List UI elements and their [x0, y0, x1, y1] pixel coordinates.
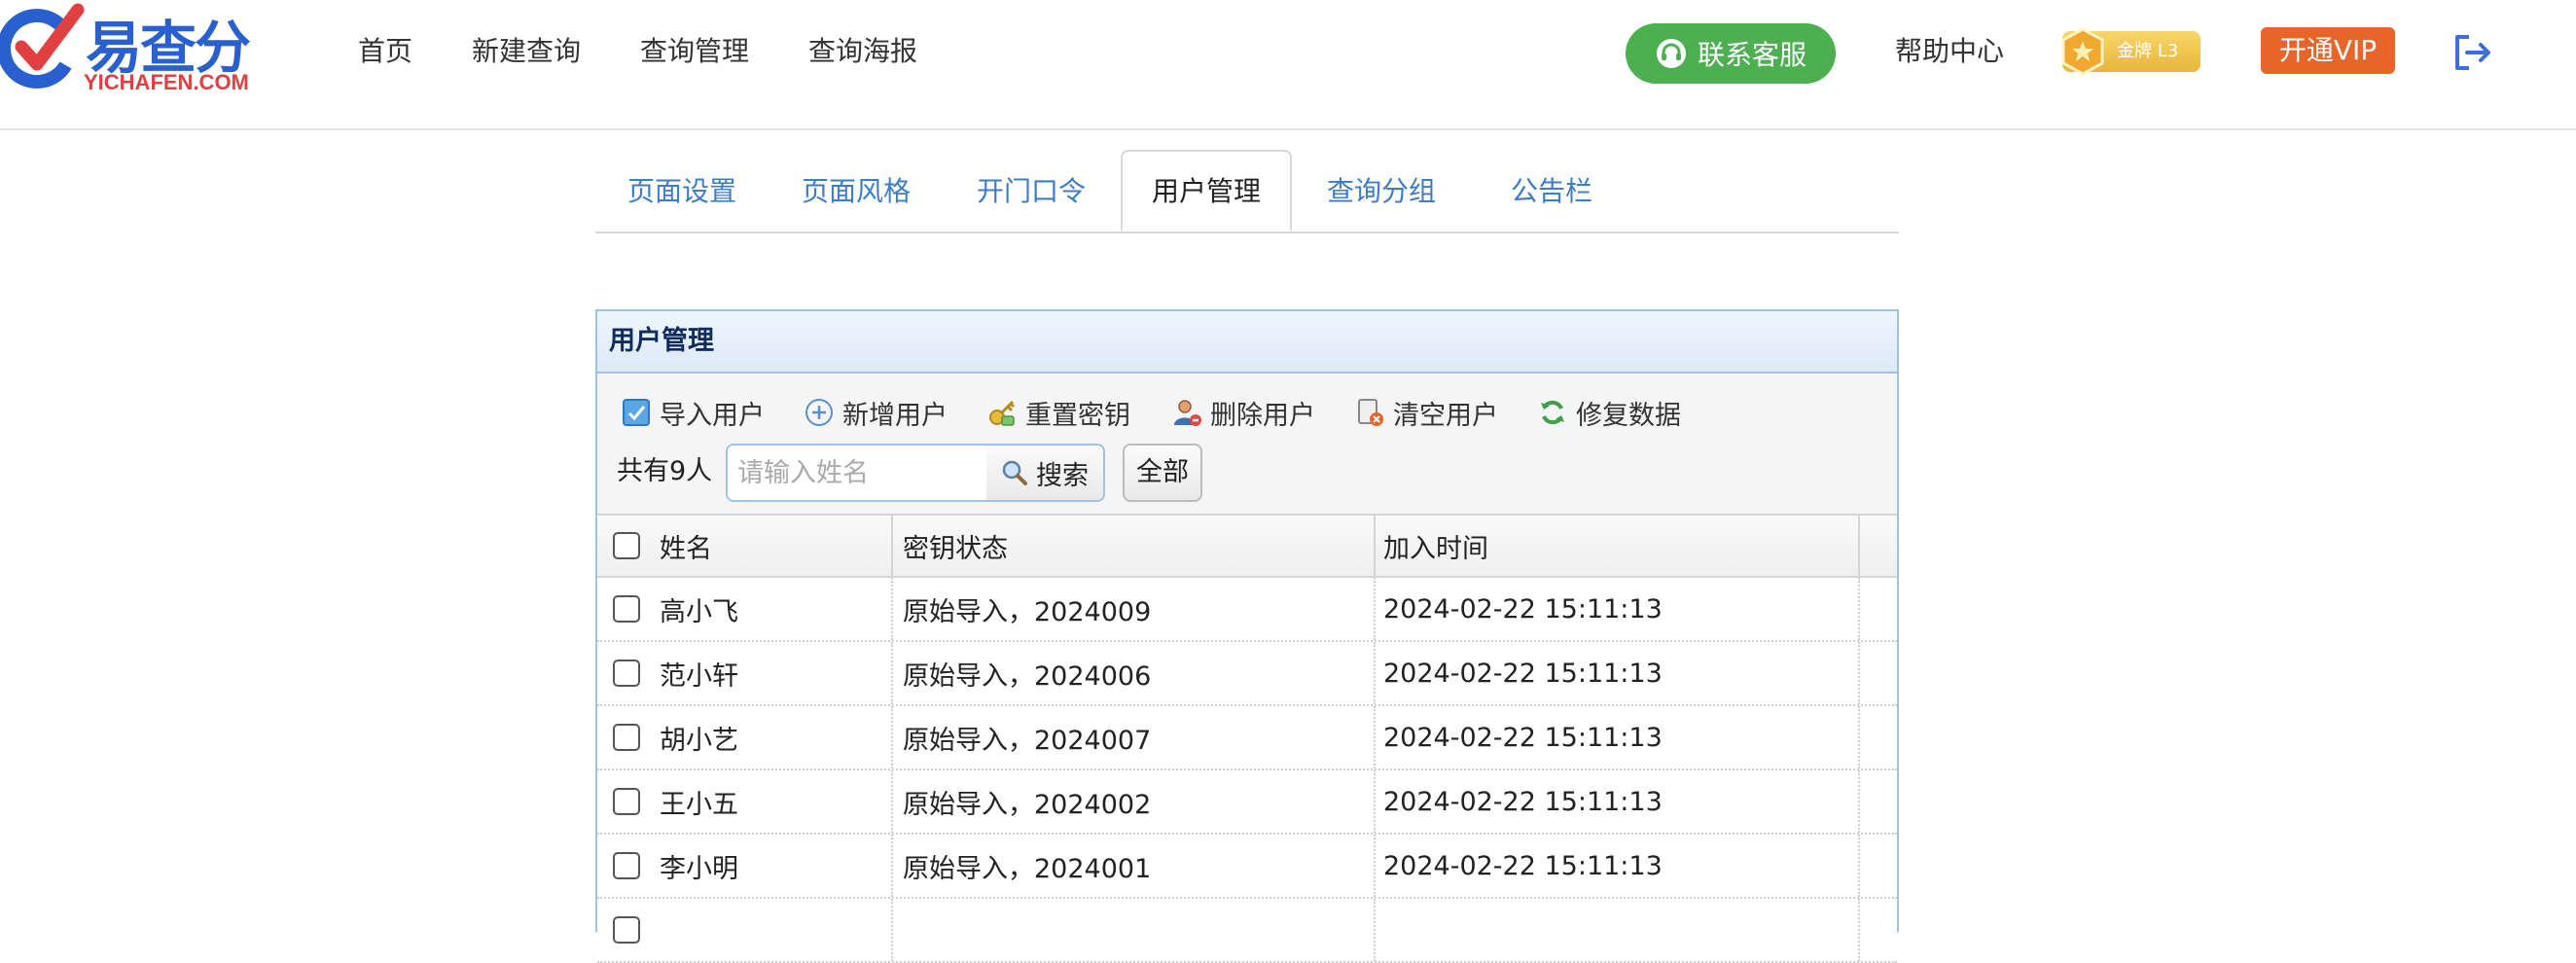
user-manage-panel: 用户管理 导入用户 新增用户 重置密钥 删除用户 清空用户 修复数据 共有9人 …: [595, 309, 1899, 963]
main-nav: 首页 新建查询 查询管理 查询海报: [358, 29, 977, 74]
table-row[interactable]: 范小轩 原始导入，2024006 2024-02-22 15:11:13: [597, 642, 1897, 706]
reset-key-label: 重置密钥: [1025, 400, 1130, 431]
tab-user-manage[interactable]: 用户管理: [1121, 150, 1292, 232]
reset-key-button[interactable]: 重置密钥: [986, 393, 1130, 432]
logout-icon[interactable]: [2451, 31, 2494, 74]
site-logo[interactable]: 易查分 YICHAFEN.COM: [0, 0, 263, 97]
repair-data-label: 修复数据: [1576, 400, 1681, 431]
cell-name: 李小明: [656, 835, 893, 897]
cell-name: [656, 899, 893, 961]
delete-user-label: 删除用户: [1210, 400, 1315, 431]
select-all-cell: [597, 516, 656, 576]
row-checkbox[interactable]: [613, 724, 640, 751]
import-users-button[interactable]: 导入用户: [621, 393, 765, 432]
row-checkbox[interactable]: [613, 916, 640, 944]
panel-title: 用户管理: [597, 311, 1897, 374]
row-check-cell: [597, 770, 656, 833]
column-header-filler: [1860, 516, 1897, 576]
tab-door-code[interactable]: 开门口令: [944, 150, 1119, 232]
add-user-label: 新增用户: [842, 400, 948, 431]
cell-name: 王小五: [656, 770, 893, 833]
open-vip-button[interactable]: 开通VIP: [2261, 27, 2395, 74]
nav-new-query[interactable]: 新建查询: [472, 29, 581, 74]
table-row[interactable]: 李小明 原始导入，2024001 2024-02-22 15:11:13: [597, 835, 1897, 899]
tab-page-settings[interactable]: 页面设置: [595, 150, 769, 232]
logo-domain-text: YICHAFEN.COM: [84, 70, 249, 94]
cell-join-time: 2024-02-22 15:11:13: [1376, 770, 1860, 833]
cell-key-status: 原始导入，2024001: [893, 835, 1376, 897]
row-checkbox[interactable]: [613, 852, 640, 879]
cell-key-status: 原始导入，2024007: [893, 706, 1376, 768]
show-all-button[interactable]: 全部: [1123, 444, 1202, 502]
member-level-badge[interactable]: 金牌 L3: [2061, 27, 2200, 76]
clear-icon: [1358, 399, 1383, 426]
table-row-partial[interactable]: [597, 899, 1897, 963]
name-search-input[interactable]: [726, 444, 988, 502]
user-count-label: 共有9人: [617, 456, 713, 486]
top-header: 易查分 YICHAFEN.COM 首页 新建查询 查询管理 查询海报 联系客服 …: [0, 0, 2576, 130]
row-check-cell: [597, 706, 656, 768]
nav-home[interactable]: 首页: [358, 29, 412, 74]
select-all-checkbox[interactable]: [613, 532, 640, 559]
contact-service-label: 联系客服: [1697, 39, 1807, 71]
add-user-button[interactable]: 新增用户: [804, 393, 948, 432]
tab-page-style[interactable]: 页面风格: [769, 150, 944, 232]
row-check-cell: [597, 899, 656, 961]
column-header-name[interactable]: 姓名: [656, 516, 893, 576]
cell-join-time: 2024-02-22 15:11:13: [1376, 578, 1860, 640]
nav-query-poster[interactable]: 查询海报: [808, 29, 917, 74]
column-header-join-time[interactable]: 加入时间: [1376, 516, 1860, 576]
refresh-icon: [1541, 400, 1564, 425]
import-users-label: 导入用户: [660, 400, 765, 431]
search-row: 共有9人 搜索 全部: [597, 442, 1897, 506]
delete-user-button[interactable]: 删除用户: [1171, 393, 1315, 432]
clear-users-label: 清空用户: [1393, 400, 1498, 431]
contact-service-button[interactable]: 联系客服: [1626, 23, 1836, 84]
logo-check-icon: [0, 3, 85, 89]
row-check-cell: [597, 835, 656, 897]
nav-query-manage[interactable]: 查询管理: [640, 29, 749, 74]
search-button[interactable]: 搜索: [986, 444, 1105, 502]
search-button-label: 搜索: [1036, 460, 1089, 491]
cell-key-status: 原始导入，2024006: [893, 642, 1376, 704]
row-check-cell: [597, 578, 656, 640]
column-header-key-status[interactable]: 密钥状态: [893, 516, 1376, 576]
import-icon: [623, 399, 650, 426]
member-level-label: 金牌 L3: [2117, 41, 2179, 61]
user-delete-icon: [1174, 400, 1201, 426]
cell-key-status: [893, 899, 1376, 961]
medal-icon: [2061, 27, 2104, 76]
help-center-link[interactable]: 帮助中心: [1895, 29, 2004, 74]
table-row[interactable]: 高小飞 原始导入，2024009 2024-02-22 15:11:13: [597, 578, 1897, 642]
cell-key-status: 原始导入，2024009: [893, 578, 1376, 640]
user-table: 姓名 密钥状态 加入时间 高小飞 原始导入，2024009 2024-02-22…: [597, 514, 1897, 963]
cell-join-time: 2024-02-22 15:11:13: [1376, 835, 1860, 897]
tab-bulletin[interactable]: 公告栏: [1469, 150, 1634, 232]
table-row[interactable]: 王小五 原始导入，2024002 2024-02-22 15:11:13: [597, 770, 1897, 835]
row-checkbox[interactable]: [613, 595, 640, 623]
key-icon: [989, 400, 1016, 426]
row-check-cell: [597, 642, 656, 704]
cell-name: 高小飞: [656, 578, 893, 640]
row-checkbox[interactable]: [613, 660, 640, 687]
headset-icon: [1656, 39, 1686, 68]
table-row[interactable]: 胡小艺 原始导入，2024007 2024-02-22 15:11:13: [597, 706, 1897, 770]
tab-query-group[interactable]: 查询分组: [1294, 150, 1469, 232]
cell-name: 范小轩: [656, 642, 893, 704]
cell-join-time: 2024-02-22 15:11:13: [1376, 706, 1860, 768]
repair-data-button[interactable]: 修复数据: [1537, 393, 1681, 432]
plus-circle-icon: [805, 399, 833, 426]
cell-join-time: [1376, 899, 1860, 961]
table-header: 姓名 密钥状态 加入时间: [597, 514, 1897, 578]
clear-users-button[interactable]: 清空用户: [1354, 393, 1498, 432]
cell-key-status: 原始导入，2024002: [893, 770, 1376, 833]
cell-join-time: 2024-02-22 15:11:13: [1376, 642, 1860, 704]
cell-name: 胡小艺: [656, 706, 893, 768]
search-icon: [1002, 460, 1027, 485]
settings-tabs: 页面设置 页面风格 开门口令 用户管理 查询分组 公告栏: [595, 150, 1899, 233]
row-checkbox[interactable]: [613, 788, 640, 815]
